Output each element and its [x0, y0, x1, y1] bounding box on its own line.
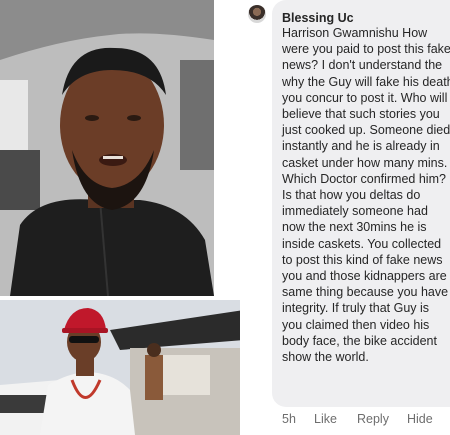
comment-line: body face, the bike accident: [282, 333, 437, 348]
comment-line: why the Guy will fake his death: [282, 74, 450, 89]
man-in-car-illustration: [0, 0, 214, 296]
comment-line: inside caskets. You collected: [282, 236, 442, 251]
comment-line: believe that such stories you: [282, 107, 440, 122]
comment-line: show the world.: [282, 350, 369, 365]
comment-line: Which Doctor confirmed him?: [282, 171, 446, 186]
comment-panel: Blessing Uc Harrison Gwamnishu How were …: [240, 0, 450, 435]
comment-line: instantly and he is already in: [282, 139, 440, 154]
comment-line: now the next 30mins he is: [282, 220, 427, 235]
hide-button[interactable]: Hide: [407, 412, 433, 426]
comment-line: you and those kidnappers are: [282, 269, 447, 284]
avatar[interactable]: [248, 5, 266, 23]
comment-line: you concur to post it. Who will: [282, 90, 448, 105]
comment-line: same thing because you have no: [282, 285, 450, 300]
comment-timestamp: 5h: [282, 412, 296, 426]
comment-line: casket under how many mins.: [282, 155, 448, 170]
comment-line: news? I don't understand the: [282, 58, 443, 73]
comment-line: just cooked up. Someone died: [282, 123, 450, 138]
comment-line: integrity. If truly that Guy is: [282, 301, 430, 316]
comment-line: to post this kind of fake news: [282, 252, 443, 267]
comment-line: Harrison Gwamnishu How: [282, 26, 428, 40]
comment-line: Is that how you deltas do: [282, 188, 421, 203]
video-still-man-in-car: [0, 0, 214, 296]
comment-text: Harrison Gwamnishu How were you paid to …: [282, 25, 450, 365]
photo-man-red-cap: [0, 300, 244, 435]
comment-author[interactable]: Blessing Uc: [282, 11, 354, 25]
man-red-cap-illustration: [0, 300, 244, 435]
comment-line: immediately someone had: [282, 204, 428, 219]
comment-line: you claimed then video his: [282, 317, 430, 332]
reply-button[interactable]: Reply: [357, 412, 389, 426]
like-button[interactable]: Like: [314, 412, 337, 426]
comment-line: were you paid to post this fake: [282, 42, 450, 57]
